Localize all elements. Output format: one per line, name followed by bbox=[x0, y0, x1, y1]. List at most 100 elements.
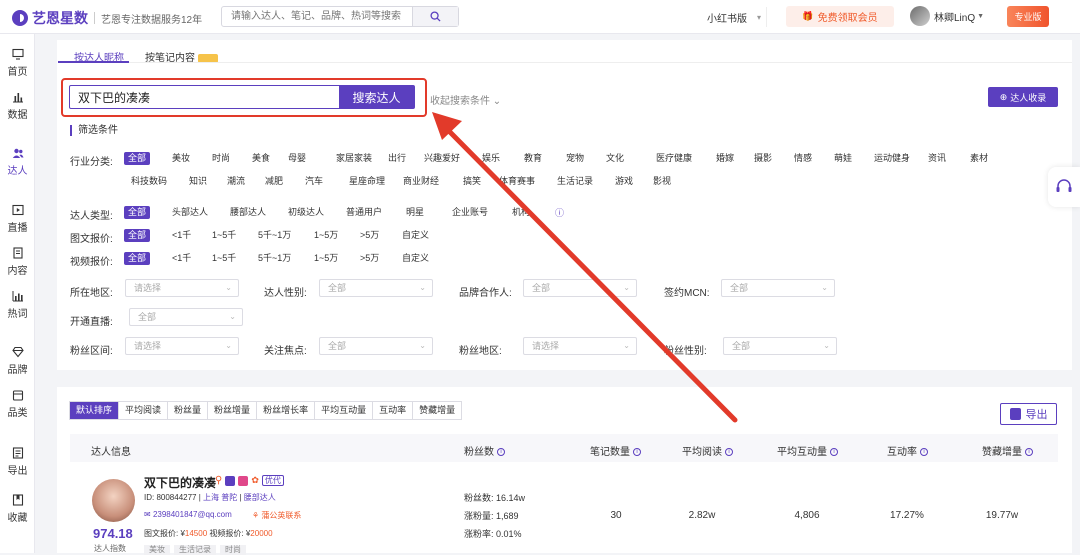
customer-service-button[interactable] bbox=[1048, 167, 1080, 207]
industry-chip[interactable]: 美妆 bbox=[172, 152, 190, 165]
collapse-filters-toggle[interactable]: 收起搜索条件 ⌄ bbox=[430, 92, 501, 107]
industry-chip[interactable]: 情感 bbox=[794, 152, 812, 165]
image-price-chip[interactable]: 自定义 bbox=[402, 229, 429, 242]
logo[interactable]: 艺恩星数 艺恩专注数据服务12年 bbox=[12, 8, 202, 28]
industry-chip[interactable]: 生活记录 bbox=[557, 175, 593, 188]
kol-type-chip[interactable]: 全部 bbox=[124, 206, 151, 219]
sort-tab[interactable]: 粉丝增长率 bbox=[257, 402, 316, 419]
global-search-button[interactable] bbox=[412, 7, 458, 26]
video-price-chip[interactable]: 1~5千 bbox=[212, 252, 236, 265]
kol-type-chip[interactable]: 头部达人 bbox=[172, 206, 208, 219]
sort-tab[interactable]: 赞藏增量 bbox=[413, 402, 461, 419]
platform-select[interactable]: 小红书版 ▾ bbox=[697, 7, 767, 27]
kol-mcn-link[interactable]: ⚘ 蒲公英联系 bbox=[252, 510, 301, 521]
fans-gender-select[interactable]: 全部 ⌄ bbox=[723, 337, 837, 355]
industry-chip[interactable]: 潮流 bbox=[227, 175, 245, 188]
kol-avatar[interactable] bbox=[92, 479, 135, 522]
gender-select[interactable]: 全部 ⌄ bbox=[319, 279, 433, 297]
industry-chip[interactable]: 星座命理 bbox=[349, 175, 385, 188]
video-price-chip[interactable]: 全部 bbox=[124, 252, 151, 265]
industry-chip[interactable]: 时尚 bbox=[212, 152, 230, 165]
industry-chip[interactable]: 教育 bbox=[524, 152, 542, 165]
export-button[interactable]: 导出 bbox=[1000, 403, 1057, 425]
industry-chip[interactable]: 搞笑 bbox=[463, 175, 481, 188]
sort-tab[interactable]: 粉丝量 bbox=[168, 402, 209, 419]
industry-chip[interactable]: 影视 bbox=[653, 175, 671, 188]
image-price-chip[interactable]: >5万 bbox=[360, 229, 379, 242]
industry-chip[interactable]: 运动健身 bbox=[874, 152, 910, 165]
sort-tab[interactable]: 互动率 bbox=[373, 402, 414, 419]
info-icon[interactable]: ⓘ bbox=[555, 206, 564, 219]
industry-chip[interactable]: 科技数码 bbox=[131, 175, 167, 188]
video-price-chip[interactable]: 自定义 bbox=[402, 252, 429, 265]
image-price-chip[interactable]: 5千~1万 bbox=[258, 229, 291, 242]
video-price-chip[interactable]: <1千 bbox=[172, 252, 191, 265]
kol-type-chip[interactable]: 普通用户 bbox=[346, 206, 382, 219]
brand-partner-select[interactable]: 全部 ⌄ bbox=[523, 279, 637, 297]
kol-type-chip[interactable]: 明星 bbox=[406, 206, 424, 219]
industry-chip[interactable]: 文化 bbox=[606, 152, 624, 165]
fans-region-select[interactable]: 请选择 ⌄ bbox=[523, 337, 637, 355]
sidebar-item-favorites[interactable]: 收藏 bbox=[0, 489, 35, 529]
image-price-chip[interactable]: 1~5千 bbox=[212, 229, 236, 242]
image-price-chip[interactable]: 全部 bbox=[124, 229, 151, 242]
industry-chip[interactable]: 素材 bbox=[970, 152, 988, 165]
sort-tab[interactable]: 粉丝增量 bbox=[208, 402, 258, 419]
industry-chip[interactable]: 汽车 bbox=[305, 175, 323, 188]
industry-chip[interactable]: 兴趣爱好 bbox=[424, 152, 460, 165]
sort-tab[interactable]: 平均互动量 bbox=[315, 402, 374, 419]
sidebar-item-kol[interactable]: 达人 bbox=[0, 142, 35, 182]
industry-chip[interactable]: 萌娃 bbox=[834, 152, 852, 165]
industry-chip[interactable]: 全部 bbox=[124, 152, 151, 165]
industry-chip[interactable]: 体育赛事 bbox=[499, 175, 535, 188]
industry-chip[interactable]: 娱乐 bbox=[482, 152, 500, 165]
user-menu[interactable]: 林卿LinQ ▼ bbox=[910, 6, 984, 26]
column-header[interactable]: 平均互动量 i bbox=[777, 443, 838, 458]
image-price-chip[interactable]: <1千 bbox=[172, 229, 191, 242]
industry-chip[interactable]: 出行 bbox=[388, 152, 406, 165]
column-header[interactable]: 平均阅读 i bbox=[682, 443, 733, 458]
sidebar-item-export[interactable]: 导出 bbox=[0, 442, 35, 482]
collect-kol-button[interactable]: ⊕ 达人收录 bbox=[988, 87, 1058, 107]
kol-type-chip[interactable]: 企业账号 bbox=[452, 206, 488, 219]
sidebar-item-hotwords[interactable]: 热词 bbox=[0, 285, 35, 325]
sidebar-item-category[interactable]: 品类 bbox=[0, 384, 35, 424]
focus-select[interactable]: 全部 ⌄ bbox=[319, 337, 433, 355]
mcn-select[interactable]: 全部 ⌄ bbox=[721, 279, 835, 297]
fans-range-select[interactable]: 请选择 ⌄ bbox=[125, 337, 239, 355]
sort-tab[interactable]: 平均阅读 bbox=[119, 402, 169, 419]
sort-tab[interactable]: 默认排序 bbox=[70, 402, 120, 419]
industry-chip[interactable]: 家居家装 bbox=[336, 152, 372, 165]
kol-email[interactable]: ✉ 2398401847@qq.com bbox=[144, 510, 232, 519]
industry-chip[interactable]: 减肥 bbox=[265, 175, 283, 188]
search-icon[interactable]: ⚲ bbox=[215, 475, 222, 486]
image-price-chip[interactable]: 1~5万 bbox=[314, 229, 338, 242]
column-header[interactable]: 粉丝数 i bbox=[464, 443, 505, 458]
free-member-button[interactable]: 🎁 免费领取会员 bbox=[786, 6, 894, 27]
industry-chip[interactable]: 医疗健康 bbox=[656, 152, 692, 165]
pro-version-button[interactable]: 专业版 bbox=[1007, 6, 1049, 27]
industry-chip[interactable]: 宠物 bbox=[566, 152, 584, 165]
sidebar-item-home[interactable]: 首页 bbox=[0, 43, 35, 83]
column-header[interactable]: 互动率 i bbox=[887, 443, 928, 458]
kol-type-chip[interactable]: 初级达人 bbox=[288, 206, 324, 219]
industry-chip[interactable]: 资讯 bbox=[928, 152, 946, 165]
region-select[interactable]: 请选择 ⌄ bbox=[125, 279, 239, 297]
industry-chip[interactable]: 美食 bbox=[252, 152, 270, 165]
kol-type-chip[interactable]: 腰部达人 bbox=[230, 206, 266, 219]
industry-chip[interactable]: 婚嫁 bbox=[716, 152, 734, 165]
video-price-chip[interactable]: 1~5万 bbox=[314, 252, 338, 265]
industry-chip[interactable]: 知识 bbox=[189, 175, 207, 188]
kol-type-chip[interactable]: 机构 bbox=[512, 206, 530, 219]
live-select[interactable]: 全部 ⌄ bbox=[129, 308, 243, 326]
sidebar-item-content[interactable]: 内容 bbox=[0, 242, 35, 282]
sidebar-item-data[interactable]: 数据 bbox=[0, 86, 35, 126]
industry-chip[interactable]: 商业财经 bbox=[403, 175, 439, 188]
sidebar-item-brand[interactable]: 品牌 bbox=[0, 341, 35, 381]
industry-chip[interactable]: 母婴 bbox=[288, 152, 306, 165]
industry-chip[interactable]: 游戏 bbox=[615, 175, 633, 188]
column-header[interactable]: 笔记数量 i bbox=[590, 443, 641, 458]
video-price-chip[interactable]: >5万 bbox=[360, 252, 379, 265]
industry-chip[interactable]: 摄影 bbox=[754, 152, 772, 165]
kol-name[interactable]: 双下巴的凑凑 bbox=[144, 474, 216, 491]
